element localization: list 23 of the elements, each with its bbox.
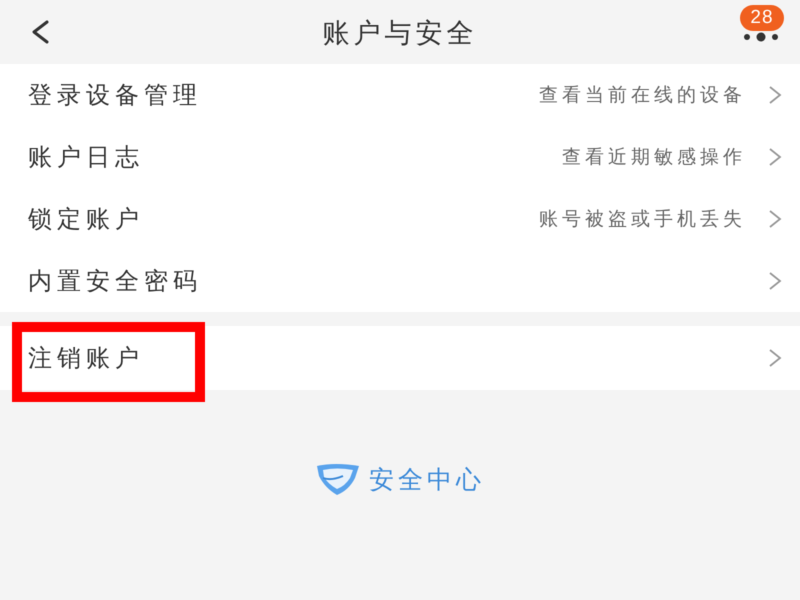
page-title: 账户与安全 — [322, 18, 478, 50]
shield-icon — [315, 462, 361, 496]
settings-row[interactable]: 登录设备管理 查看当前在线的设备 — [0, 64, 800, 126]
settings-row[interactable]: 锁定账户 账号被盗或手机丢失 — [0, 188, 800, 250]
chevron-right-icon — [768, 209, 782, 229]
row-hint: 查看当前在线的设备 — [539, 83, 746, 108]
chevron-right-icon — [768, 348, 782, 368]
row-label: 锁定账户 — [28, 204, 144, 235]
more-dots-icon — [741, 32, 781, 42]
settings-row[interactable]: 内置安全密码 — [0, 250, 800, 312]
settings-row[interactable]: 账户日志 查看近期敏感操作 — [0, 126, 800, 188]
chevron-right-icon — [768, 271, 782, 291]
chevron-right-icon — [768, 147, 782, 167]
settings-row[interactable]: 注销账户 — [0, 326, 800, 390]
row-label: 注销账户 — [28, 343, 144, 374]
row-label: 账户日志 — [28, 142, 144, 173]
row-label: 登录设备管理 — [28, 80, 202, 111]
row-label: 内置安全密码 — [28, 266, 202, 297]
security-center-label: 安全中心 — [369, 464, 485, 496]
notification-badge: 28 — [740, 5, 784, 31]
row-hint: 查看近期敏感操作 — [562, 145, 746, 170]
row-hint: 账号被盗或手机丢失 — [539, 207, 746, 232]
chevron-right-icon — [768, 85, 782, 105]
